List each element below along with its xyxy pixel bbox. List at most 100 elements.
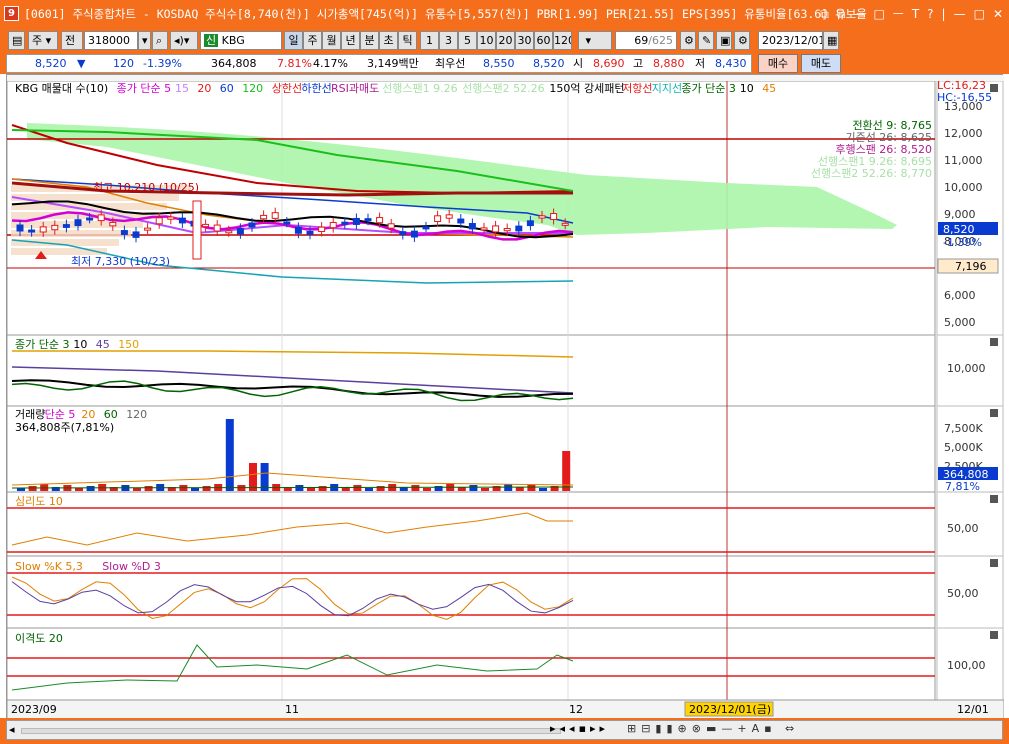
y-tick-ma: 10,000 [947, 362, 986, 375]
candle-body-28 [341, 221, 349, 225]
search-icon[interactable]: ⌕ [152, 31, 168, 50]
candle-body-27 [329, 222, 337, 229]
candle-spike [192, 200, 202, 260]
vol-bar-20 [249, 463, 257, 491]
interval-tab-20[interactable]: 20 [496, 31, 515, 50]
interval-tabs: 13510203060120 [420, 31, 572, 50]
save-icon[interactable]: ▣ [716, 31, 732, 50]
window-title: [0601] 주식종합차트 - KOSDAQ 주식수[8,740(천)] 시가총… [24, 7, 867, 21]
legend-slow-0: Slow %K 5,3 [15, 560, 83, 573]
interval-tab-10[interactable]: 10 [477, 31, 496, 50]
window-control-6[interactable]: ? [927, 0, 933, 28]
legend-main-0: KBG 매물대 수(10) [15, 82, 108, 95]
period-tab-틱[interactable]: 틱 [398, 31, 417, 50]
interval-tab-60[interactable]: 60 [534, 31, 553, 50]
legend-main-10: 선행스팬2 52.26 [462, 82, 544, 95]
vol-bar-35 [423, 488, 431, 491]
candle-body-3 [51, 224, 59, 231]
window-control-8[interactable]: — [954, 0, 966, 28]
legend-main-5: 120 [242, 82, 263, 95]
scroll-left-icon[interactable]: ◂ [9, 723, 15, 736]
interval-tab-3[interactable]: 3 [439, 31, 458, 50]
legend-main-9: 선행스팬1 9.26 [382, 82, 457, 95]
legend-main-1: 종가 단순 5 [117, 82, 171, 95]
buy-button[interactable]: 매수 [758, 54, 798, 73]
app-icon[interactable]: 9 [4, 6, 19, 21]
candle-body-45 [538, 215, 546, 219]
legend-main-8: RSI과매도 [331, 82, 379, 95]
layout-icon[interactable]: ▤ [8, 31, 25, 50]
market-type-select[interactable]: 주 ▾ [28, 31, 58, 50]
period-tab-주[interactable]: 주 [303, 31, 322, 50]
window-control-10[interactable]: ✕ [993, 0, 1003, 28]
period-tab-일[interactable]: 일 [284, 31, 303, 50]
chart-svg[interactable]: 최고 10,210 (10/25) 최저 7,330 (10/23) KBG 매물대… [7, 75, 1004, 719]
interval-tab-1[interactable]: 1 [420, 31, 439, 50]
cursor-date: 2023/12/01(금) [689, 703, 771, 716]
legend-vol-2: 20 [81, 408, 95, 421]
interval-tab-30[interactable]: 30 [515, 31, 534, 50]
hc-label: HC:-16,55 [937, 91, 992, 104]
period-tab-분[interactable]: 분 [360, 31, 379, 50]
price-box-text: 8,520 [943, 223, 975, 236]
candle-body-11 [144, 227, 152, 231]
code-dropdown-icon[interactable]: ▾ [138, 31, 151, 50]
chart-area[interactable]: 최고 10,210 (10/25) 최저 7,330 (10/23) KBG 매물대… [6, 74, 1004, 719]
low-label: 저 [695, 57, 706, 70]
candle-body-6 [86, 217, 94, 221]
calendar-icon[interactable]: ▦ [823, 31, 839, 50]
legend-main-3: 20 [197, 82, 211, 95]
legend-main-4: 60 [220, 82, 234, 95]
candle-body-17 [213, 224, 221, 232]
low-note: 최저 7,330 (10/23) [71, 255, 170, 268]
interval-tab-5[interactable]: 5 [458, 31, 477, 50]
candle-body-43 [515, 225, 523, 232]
period-tab-년[interactable]: 년 [341, 31, 360, 50]
chart-tool-icons[interactable]: ⊞⊟▮▮⊕⊗▬—+A▪ ⇔ [627, 722, 799, 735]
window-control-2[interactable]: — [853, 0, 865, 28]
gear-icon[interactable]: ⚙ [734, 31, 750, 50]
y-tick-disp: 100,00 [947, 659, 986, 672]
window-control-1[interactable]: ⧉ [837, 0, 846, 28]
y-tick-main-4: 9,000 [944, 208, 976, 221]
all-select[interactable]: 전 [61, 31, 83, 50]
quote-change: 120 [113, 57, 134, 70]
panel-close-icon-1 [990, 338, 998, 346]
legend-main-7: 하한선 [301, 81, 331, 95]
right-note-4: 선행스팬2 52.26: 8,770 [811, 167, 932, 180]
interval-dropdown[interactable]: ▾ [578, 31, 612, 50]
tools-icon[interactable]: ⚙ [680, 31, 696, 50]
y-tick-vol-1: 5,000K [944, 441, 983, 454]
y-tick-psy: 50,00 [947, 522, 979, 535]
count-field[interactable]: 69/625 [615, 31, 677, 50]
quote-strip: 8,520 ▼ 120 -1.39% 364,808 7.81% 4.17% 3… [6, 54, 752, 73]
playback-controls[interactable]: ▸◂◂▪▸▸ [550, 722, 609, 735]
panel-frame-3 [7, 491, 936, 557]
slow-d [11, 581, 574, 617]
sell-button[interactable]: 매도 [801, 54, 841, 73]
scrollbar-track[interactable] [21, 728, 561, 734]
window-control-9[interactable]: □ [974, 0, 985, 28]
legend-vol-0: 거래량 [15, 408, 45, 421]
window-control-4[interactable]: ᅳ [893, 0, 904, 28]
main-toolbar: ▤ 주 ▾ 전 318000 ▾ ⌕ ◂)▾ 신 KBG 일주월년분초틱 135… [0, 28, 1009, 53]
x-label-1: 11 [285, 703, 299, 716]
speaker-icon[interactable]: ◂)▾ [170, 31, 198, 50]
draw-icon[interactable]: ✎ [698, 31, 714, 50]
quote-price: 8,520 [35, 57, 67, 70]
window-control-7[interactable]: | [942, 0, 946, 28]
code-input[interactable]: 318000 [84, 31, 138, 50]
window-control-0[interactable]: ⧉ [820, 0, 829, 28]
interval-tab-120[interactable]: 120 [553, 31, 572, 50]
period-tab-월[interactable]: 월 [322, 31, 341, 50]
candle-body-21 [260, 214, 268, 220]
window-control-3[interactable]: □ [873, 0, 884, 28]
stock-name-field[interactable]: 신 KBG [200, 31, 282, 50]
date-field[interactable]: 2023/12/01 [758, 31, 823, 50]
best-ask: 8,550 [483, 57, 515, 70]
period-tab-초[interactable]: 초 [379, 31, 398, 50]
candle-body-29 [352, 217, 360, 225]
y-tick-main-1: 12,000 [944, 127, 983, 140]
window-control-5[interactable]: T [912, 0, 919, 28]
window-controls: ⧉ ⧉ — □ ᅳ T? | — □ ✕ [820, 0, 1003, 28]
